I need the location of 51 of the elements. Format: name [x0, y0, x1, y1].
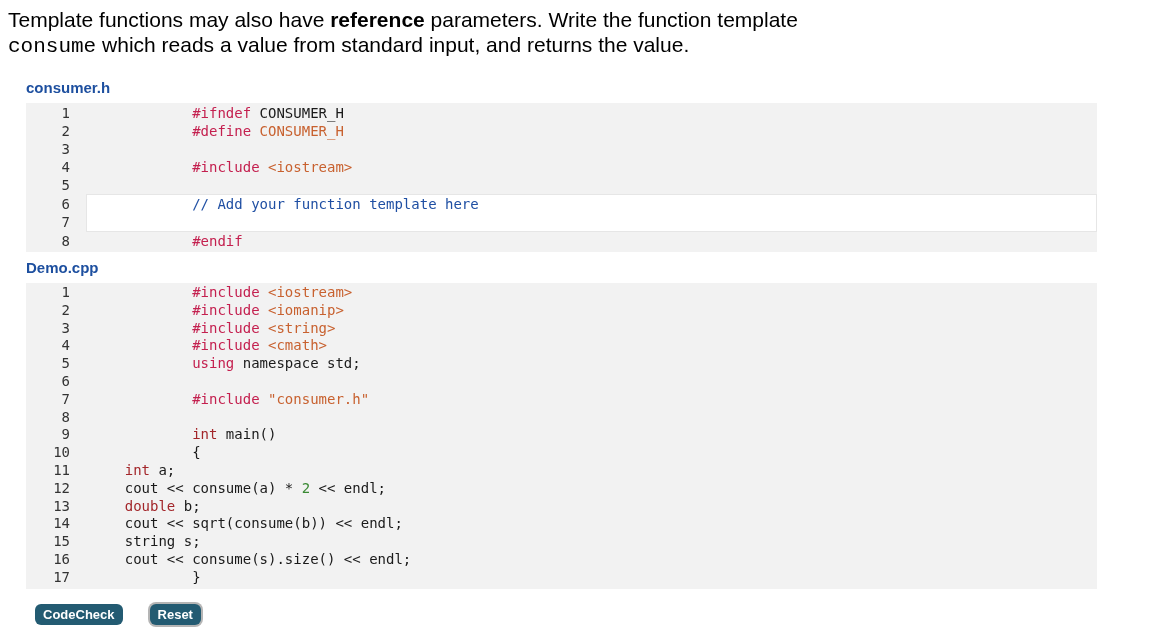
- line-number: 3: [61, 319, 70, 336]
- codecheck-button[interactable]: CodeCheck: [35, 603, 123, 625]
- line-number: 2: [61, 123, 70, 139]
- code-line: #include <cmath>: [192, 337, 327, 354]
- line-number: 14: [53, 515, 70, 532]
- code-line: cout << consume(a) * 2 << endl;: [124, 479, 386, 496]
- line-number: 6: [61, 373, 70, 389]
- file-name: consumer.h: [26, 78, 112, 98]
- line-number: 9: [61, 426, 70, 443]
- line-number: 6: [61, 196, 70, 212]
- line-number: 1: [61, 284, 70, 300]
- line-number: 1: [61, 105, 70, 121]
- code-line: }: [192, 568, 201, 585]
- line-number: 4: [61, 159, 70, 175]
- line-number: 4: [61, 337, 70, 354]
- code-line: string s;: [124, 533, 201, 550]
- reset-button[interactable]: Reset: [149, 603, 201, 625]
- line-number: 10: [53, 444, 70, 461]
- code-line: #include "consumer.h": [192, 390, 370, 407]
- line-number: 15: [53, 533, 70, 550]
- code-line: #include <iostream>: [192, 284, 353, 300]
- problem-statement: Template functions may also have reference parameters. Write the function template consume which reads a value from standard input, and returns the value.: [8, 7, 799, 59]
- line-number: 16: [53, 550, 70, 567]
- line-number: 12: [53, 479, 70, 496]
- line-number: 17: [53, 568, 70, 585]
- line-number: 3: [61, 141, 70, 157]
- line-number: 7: [61, 214, 70, 230]
- code-line: int main(): [192, 426, 277, 443]
- line-number: 5: [61, 355, 70, 372]
- line-number: 13: [53, 497, 70, 514]
- code-editor-field[interactable]: // Add your function template here: [86, 194, 1097, 232]
- line-number: 11: [53, 461, 70, 478]
- code-line: cout << sqrt(consume(b)) << endl;: [124, 515, 403, 532]
- code-line: double b;: [124, 497, 201, 514]
- line-number: 5: [61, 177, 70, 193]
- line-number: 2: [61, 301, 70, 318]
- code-line: // Add your function template here: [192, 196, 479, 212]
- code-line: #include <iostream>: [192, 159, 353, 175]
- file-name: Demo.cpp: [26, 258, 100, 278]
- line-number: 8: [61, 233, 70, 249]
- code-line: int a;: [124, 461, 176, 478]
- code-line: cout << consume(s).size() << endl;: [124, 550, 412, 567]
- code-line: #endif: [192, 233, 243, 249]
- code-line: #include <iomanip>: [192, 301, 344, 318]
- line-number: 8: [61, 408, 70, 425]
- line-number: 7: [61, 390, 70, 407]
- code-line: using namespace std;: [192, 355, 361, 372]
- code-line: {: [192, 444, 201, 461]
- code-line: #define CONSUMER_H: [192, 123, 344, 139]
- code-line: #include <string>: [192, 319, 336, 336]
- code-line: #ifndef CONSUMER_H: [192, 105, 344, 121]
